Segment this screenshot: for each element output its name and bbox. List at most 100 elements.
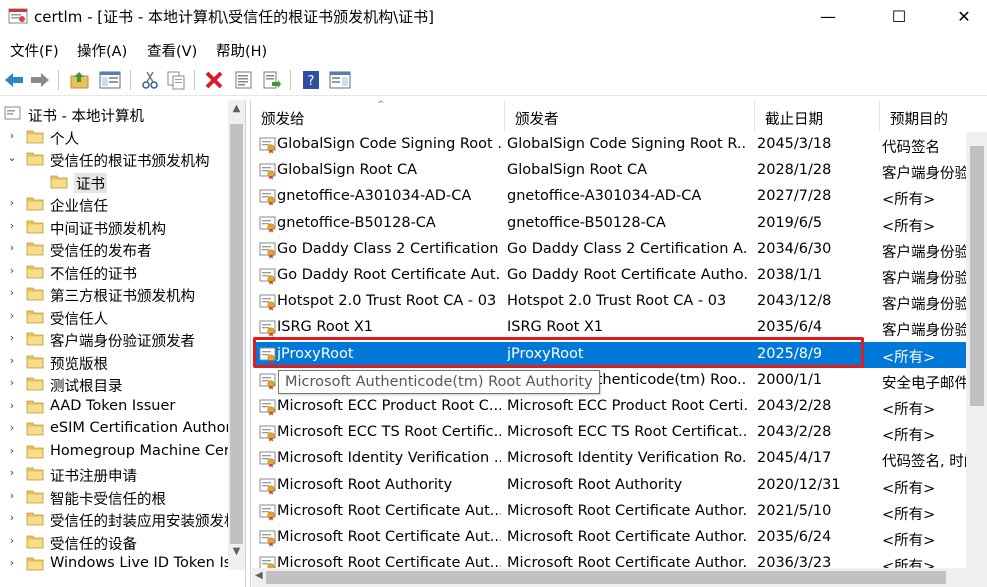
expand-chevron-icon[interactable]: › xyxy=(6,286,18,299)
table-row[interactable]: jProxyRoot jProxyRoot 2025/8/9 <所有> xyxy=(255,341,987,368)
tree-item-label: 受信任的设备 xyxy=(50,536,137,553)
column-header-issuer[interactable]: 颁发者 xyxy=(505,100,755,132)
tree-item[interactable]: › Homegroup Machine Certificates xyxy=(0,441,228,463)
certificates-root-icon xyxy=(4,106,21,120)
maximize-button[interactable]: ☐ xyxy=(876,0,922,32)
folder-icon xyxy=(50,175,68,188)
tree-item[interactable]: › eSIM Certification Authorities xyxy=(0,418,228,440)
properties-button[interactable] xyxy=(232,68,256,92)
tree-item[interactable]: › 智能卡受信任的根 xyxy=(0,486,228,508)
cell-issued-to: Microsoft Root Certificate Aut... xyxy=(277,502,501,519)
folder-icon xyxy=(26,490,44,503)
expand-chevron-icon[interactable]: › xyxy=(6,376,18,389)
close-button[interactable]: ✕ xyxy=(941,0,987,32)
tree-item[interactable]: › 个人 xyxy=(0,126,228,148)
tree-item[interactable]: ⌄ 受信任的根证书颁发机构 xyxy=(0,148,228,170)
expand-chevron-icon[interactable]: › xyxy=(6,219,18,232)
scroll-down-icon[interactable]: ▼ xyxy=(230,546,243,557)
expand-chevron-icon[interactable]: › xyxy=(6,196,18,209)
folder-icon xyxy=(26,265,44,278)
tree-item[interactable]: › 不信任的证书 xyxy=(0,261,228,283)
tree-item[interactable]: › 受信任的发布者 xyxy=(0,238,228,260)
list-scroll-thumb[interactable] xyxy=(970,146,984,406)
tree-item[interactable]: › 受信任的设备 xyxy=(0,531,228,553)
table-row[interactable]: ISRG Root X1 ISRG Root X1 2035/6/4 客户端身份验证 xyxy=(255,315,987,341)
cell-issuer: GlobalSign Root CA xyxy=(507,162,647,179)
list-hscroll-thumb[interactable] xyxy=(266,571,946,584)
cell-issuer: Hotspot 2.0 Trust Root CA - 03 xyxy=(507,293,727,310)
copy-button[interactable] xyxy=(164,68,188,92)
tree-item[interactable]: › 企业信任 xyxy=(0,193,228,215)
cell-issued-to: Microsoft ECC Product Root C... xyxy=(277,398,501,414)
show-hide-tree-button[interactable] xyxy=(98,68,122,92)
expand-chevron-icon[interactable]: › xyxy=(6,421,18,434)
tree-item[interactable]: › 受信任人 xyxy=(0,306,228,328)
table-row[interactable]: Microsoft Root Certificate Aut... Microso… xyxy=(255,525,987,551)
tree-item[interactable]: › 测试根目录 xyxy=(0,373,228,395)
cell-issued-to: Microsoft Root Certificate Aut... xyxy=(277,529,501,545)
tree-item[interactable]: › 证书注册申请 xyxy=(0,463,228,485)
expand-chevron-icon[interactable]: › xyxy=(6,241,18,254)
tree-vertical-scrollbar[interactable]: ▲ ▼ xyxy=(228,100,245,570)
expand-chevron-icon[interactable]: › xyxy=(6,399,18,412)
tree-item-label: 测试根目录 xyxy=(50,379,123,395)
list-vertical-scrollbar[interactable] xyxy=(966,132,987,568)
column-header-expiration[interactable]: 截止日期 xyxy=(755,100,880,132)
expand-chevron-icon[interactable]: › xyxy=(6,309,18,322)
expand-chevron-icon[interactable]: › xyxy=(6,331,18,344)
menu-file[interactable]: 文件(F) xyxy=(10,40,59,61)
expand-chevron-icon[interactable]: › xyxy=(6,489,18,502)
forward-button[interactable] xyxy=(28,68,52,92)
help-button[interactable]: ? xyxy=(299,68,323,92)
table-row[interactable]: Hotspot 2.0 Trust Root CA - 03 Hotspot 2.… xyxy=(255,289,987,315)
tree-item[interactable]: › 受信任的封装应用安装颁发机构 xyxy=(0,508,228,530)
tree-scroll-thumb[interactable] xyxy=(230,124,243,544)
table-row[interactable]: Go Daddy Root Certificate Aut... Go Daddy… xyxy=(255,263,987,289)
scroll-up-icon[interactable]: ▲ xyxy=(230,103,243,114)
tree-item[interactable]: 证书 - 本地计算机 xyxy=(0,103,228,125)
tree-item[interactable]: › AAD Token Issuer xyxy=(0,396,228,418)
up-folder-button[interactable] xyxy=(68,68,92,92)
column-header-purpose[interactable]: 预期目的 xyxy=(880,100,987,132)
delete-button[interactable] xyxy=(202,68,226,92)
minimize-button[interactable]: — xyxy=(805,0,851,32)
expand-chevron-icon[interactable]: › xyxy=(6,534,18,547)
table-row[interactable]: Microsoft Root Authority Microsoft Root A… xyxy=(255,473,987,499)
table-row[interactable]: Microsoft Root Certificate Aut... Microso… xyxy=(255,499,987,525)
action-pane-button[interactable] xyxy=(328,68,352,92)
list-horizontal-scrollbar[interactable]: ◀ xyxy=(252,568,987,587)
cut-button[interactable] xyxy=(138,68,162,92)
table-row[interactable]: GlobalSign Code Signing Root ... GlobalSi… xyxy=(255,132,987,158)
expand-chevron-icon[interactable]: › xyxy=(6,511,18,524)
menu-action[interactable]: 操作(A) xyxy=(77,40,127,61)
console-tree[interactable]: 证书 - 本地计算机 › 个人 ⌄ 受信任的根证书颁发机构 证书 › 企业信任 › 中间证书颁发机… xyxy=(0,100,246,587)
expand-chevron-icon[interactable]: › xyxy=(6,354,18,367)
table-row[interactable]: gnetoffice-A301034-AD-CA gnetoffice-A3010… xyxy=(255,184,987,210)
menu-help[interactable]: 帮助(H) xyxy=(216,40,267,61)
table-row[interactable]: Microsoft ECC TS Root Certific... Microso… xyxy=(255,420,987,446)
scroll-left-icon[interactable]: ◀ xyxy=(255,570,263,581)
expand-chevron-icon[interactable]: › xyxy=(6,444,18,457)
expand-chevron-icon[interactable]: › xyxy=(6,129,18,142)
export-list-button[interactable] xyxy=(260,68,284,92)
expand-chevron-icon[interactable]: › xyxy=(6,264,18,277)
tree-item[interactable]: › 第三方根证书颁发机构 xyxy=(0,283,228,305)
table-row[interactable]: Microsoft Identity Verification ... Micro… xyxy=(255,446,987,472)
table-row[interactable]: Microsoft ECC Product Root C... Microsoft… xyxy=(255,394,987,420)
tree-item[interactable]: › 客户端身份验证颁发者 xyxy=(0,328,228,350)
expand-chevron-icon[interactable]: › xyxy=(6,556,18,569)
table-row[interactable]: gnetoffice-B50128-CA gnetoffice-B50128-CA… xyxy=(255,211,987,237)
column-header-issued-to[interactable]: 颁发给 ^ xyxy=(251,100,505,132)
tree-item[interactable]: › Windows Live ID Token Issuer xyxy=(0,553,228,575)
folder-icon xyxy=(26,467,44,481)
tree-item[interactable]: › 预览版根 xyxy=(0,351,228,373)
cell-expiration: 2027/7/28 xyxy=(757,188,832,205)
tree-item[interactable]: › 中间证书颁发机构 xyxy=(0,216,228,238)
menu-view[interactable]: 查看(V) xyxy=(147,40,197,61)
table-row[interactable]: Go Daddy Class 2 Certification ... Go Dad… xyxy=(255,237,987,263)
table-row[interactable]: GlobalSign Root CA GlobalSign Root CA 2028… xyxy=(255,158,987,184)
expand-chevron-icon[interactable]: › xyxy=(6,466,18,479)
tree-item[interactable]: 证书 xyxy=(0,171,228,193)
back-button[interactable] xyxy=(2,68,26,92)
collapse-chevron-icon[interactable]: ⌄ xyxy=(6,151,18,164)
